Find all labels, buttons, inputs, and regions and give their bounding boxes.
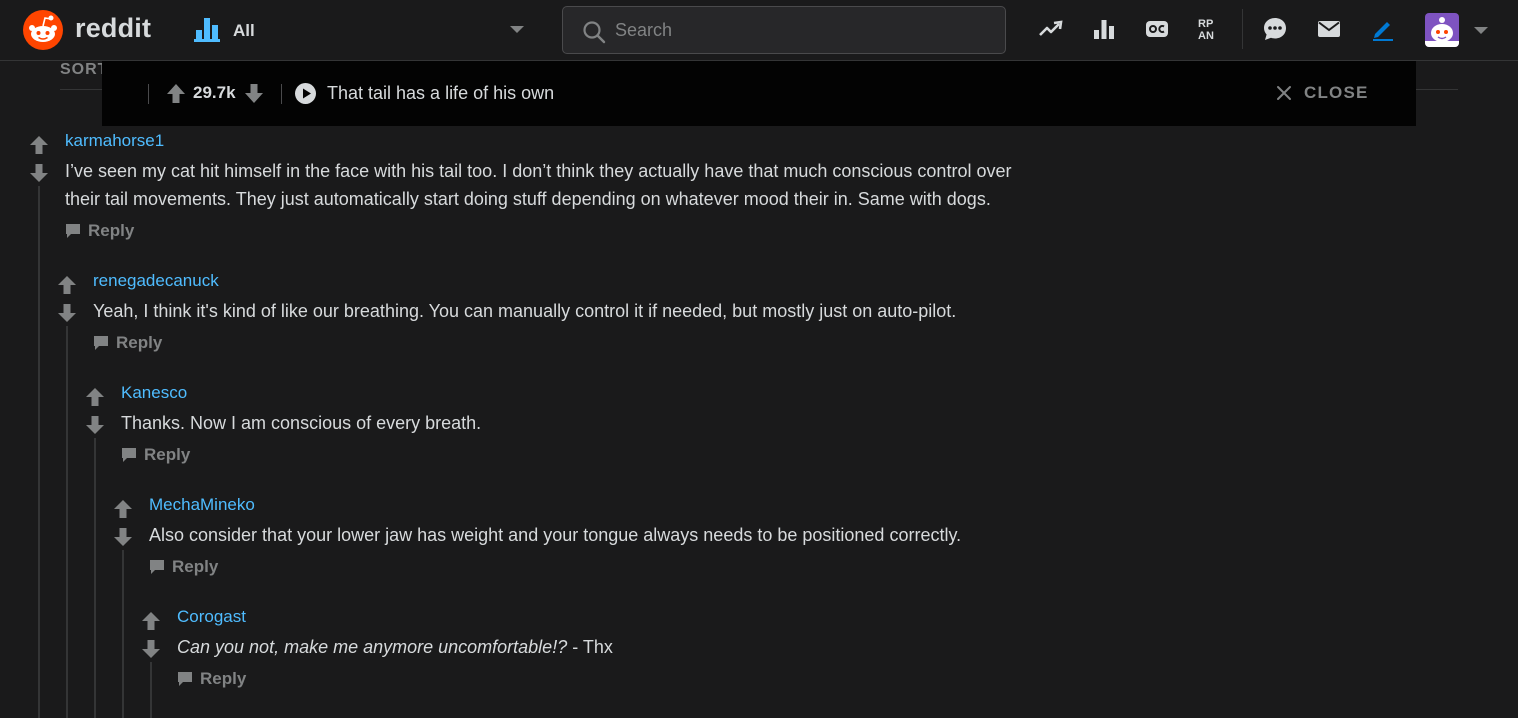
top-navbar: reddit All RP AN <box>0 0 1518 61</box>
oc-icon[interactable] <box>1144 16 1170 42</box>
divider <box>281 84 282 104</box>
reply-button[interactable]: Reply <box>65 220 155 244</box>
reply-icon <box>65 223 81 239</box>
upvote-icon[interactable] <box>85 387 105 407</box>
close-button[interactable]: CLOSE <box>1276 79 1396 107</box>
thread-line[interactable] <box>38 186 40 718</box>
sticky-post-bar: 29.7k That tail has a life of his own CL… <box>102 61 1416 126</box>
comment-body: Yeah, I think it's kind of like our brea… <box>93 297 956 325</box>
comment-author[interactable]: karmahorse1 <box>65 131 164 151</box>
comment-text-suffix: - Thx <box>567 637 613 657</box>
leaderboard-icon[interactable] <box>1091 16 1117 42</box>
comment-line: I’ve seen my cat hit himself in the face… <box>65 161 1012 181</box>
comment-body: Also consider that your lower jaw has we… <box>149 521 961 549</box>
thread-line[interactable] <box>66 326 68 718</box>
post-title[interactable]: That tail has a life of his own <box>327 83 554 104</box>
reply-button[interactable]: Reply <box>149 556 239 580</box>
reply-icon <box>121 447 137 463</box>
comment-line: Yeah, I think it's kind of like our brea… <box>93 301 957 321</box>
downvote-icon[interactable] <box>113 527 133 547</box>
comment-author[interactable]: renegadecanuck <box>93 271 219 291</box>
comment-line: Thanks. Now I am conscious of every brea… <box>121 413 482 433</box>
comment-author[interactable]: Kanesco <box>121 383 187 403</box>
reply-label: Reply <box>88 221 135 240</box>
snoo-avatar-icon <box>1425 17 1459 47</box>
close-label: CLOSE <box>1304 83 1369 102</box>
comment-line: their tail movements. They just automati… <box>65 189 991 209</box>
reply-button[interactable]: Reply <box>121 444 211 468</box>
chevron-down-icon <box>510 26 524 33</box>
downvote-icon[interactable] <box>141 639 161 659</box>
reply-icon <box>149 559 165 575</box>
user-avatar[interactable] <box>1425 13 1459 47</box>
comment-italic-text: Can you not, make me anymore uncomfortab… <box>177 637 568 657</box>
reply-label: Reply <box>144 445 191 464</box>
upvote-icon[interactable] <box>141 611 161 631</box>
comment-body: I’ve seen my cat hit himself in the face… <box>65 157 1011 213</box>
thread-line[interactable] <box>122 550 124 718</box>
thread-line[interactable] <box>150 662 152 718</box>
create-post-icon[interactable] <box>1370 16 1396 42</box>
search-input[interactable] <box>615 16 995 44</box>
svg-text:RP: RP <box>1198 18 1213 30</box>
chat-icon[interactable] <box>1262 16 1288 42</box>
community-dropdown[interactable]: All <box>194 15 524 47</box>
reddit-logo-icon[interactable] <box>22 10 64 50</box>
comment-body: Thanks. Now I am conscious of every brea… <box>121 409 481 437</box>
community-label: All <box>233 21 255 40</box>
search-icon <box>583 21 606 44</box>
close-icon <box>1277 86 1291 100</box>
upvote-icon[interactable] <box>29 135 49 155</box>
thread-line[interactable] <box>94 438 96 718</box>
downvote-icon[interactable] <box>244 83 264 104</box>
reddit-wordmark[interactable]: reddit <box>75 13 151 44</box>
downvote-icon[interactable] <box>29 163 49 183</box>
mail-icon[interactable] <box>1316 16 1342 42</box>
trending-icon[interactable] <box>1038 16 1064 42</box>
header-divider <box>1242 9 1243 49</box>
reply-button[interactable]: Reply <box>177 668 267 692</box>
all-communities-icon <box>194 18 220 42</box>
comment-author[interactable]: Corogast <box>177 607 246 627</box>
rpan-icon[interactable]: RP AN <box>1197 16 1223 42</box>
reply-label: Reply <box>200 669 247 688</box>
comment-line: Also consider that your lower jaw has we… <box>149 525 962 545</box>
video-play-icon <box>295 83 316 104</box>
downvote-icon[interactable] <box>85 415 105 435</box>
reply-label: Reply <box>172 557 219 576</box>
upvote-icon[interactable] <box>57 275 77 295</box>
upvote-icon[interactable] <box>166 83 186 104</box>
svg-text:AN: AN <box>1198 30 1214 42</box>
comment-author[interactable]: MechaMineko <box>149 495 255 515</box>
reply-button[interactable]: Reply <box>93 332 183 356</box>
post-score: 29.7k <box>193 83 236 102</box>
upvote-icon[interactable] <box>113 499 133 519</box>
chevron-down-icon[interactable] <box>1474 27 1488 34</box>
reply-label: Reply <box>116 333 163 352</box>
reply-icon <box>93 335 109 351</box>
comment-body: Can you not, make me anymore uncomfortab… <box>177 633 613 661</box>
downvote-icon[interactable] <box>57 303 77 323</box>
divider <box>148 84 149 104</box>
reply-icon <box>177 671 193 687</box>
search-bar[interactable] <box>562 6 1006 54</box>
